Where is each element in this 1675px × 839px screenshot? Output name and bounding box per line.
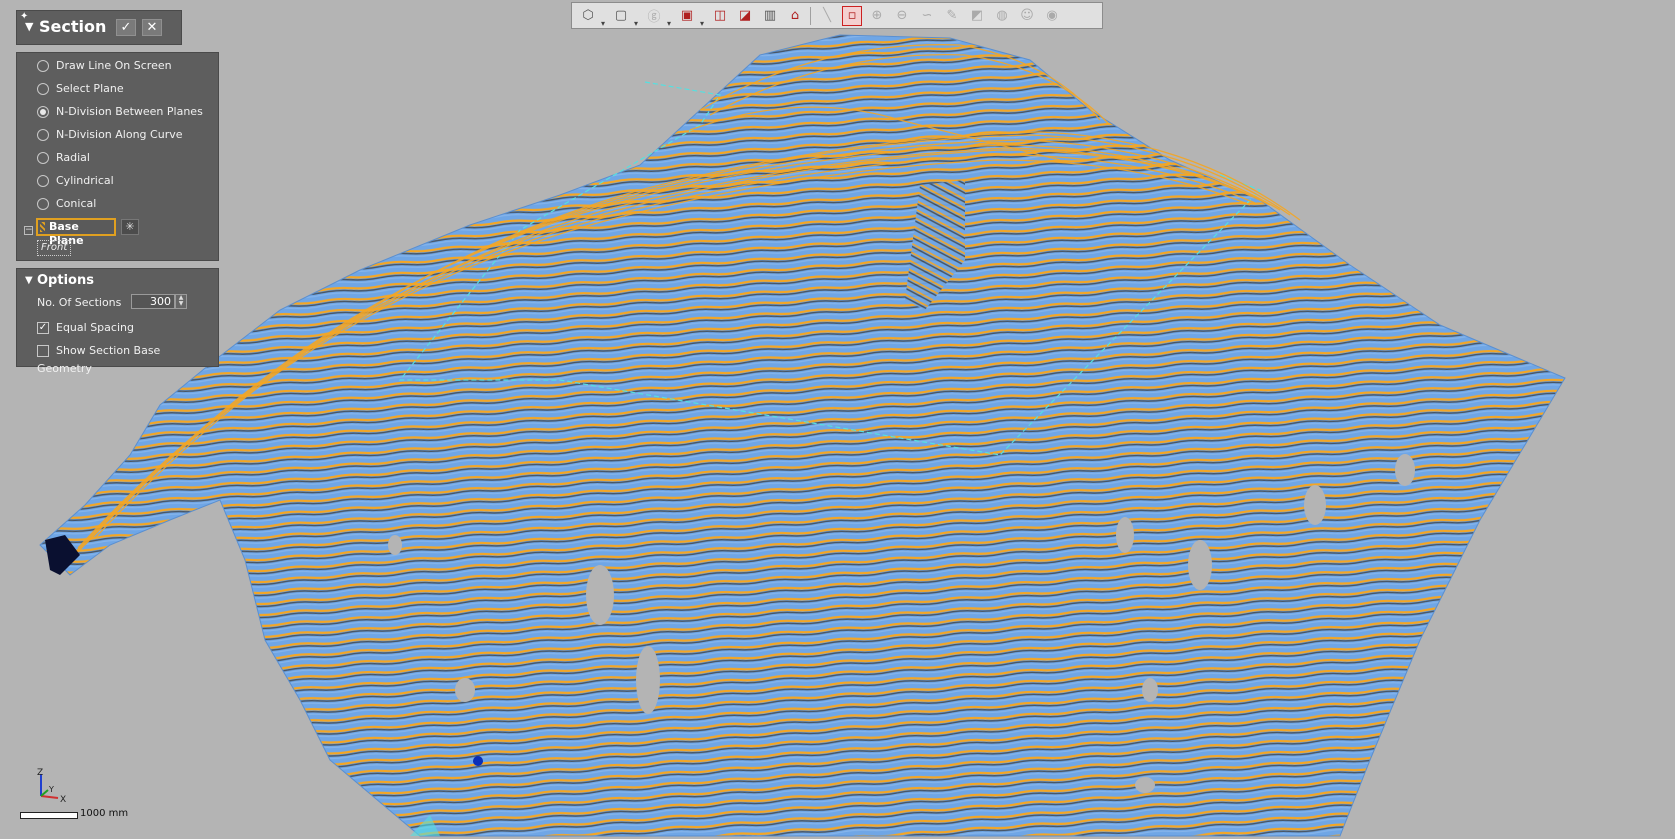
base-plane-item-front[interactable]: Front [37,240,72,256]
polygon-select-icon[interactable]: ⬡ [578,6,605,28]
mesh-hole [636,646,660,714]
point-marker[interactable] [473,756,483,766]
axis-triad: Z Y X [37,768,66,804]
visibility-icon[interactable]: ◉ [1042,6,1062,26]
person-select-icon[interactable]: ☺ [1017,6,1037,26]
equal-spacing-row[interactable]: ✓ Equal Spacing [37,319,134,337]
section-header: ✦ ▼ Section ✓ ✕ [16,10,182,45]
options-panel: ▼ Options No. Of Sections 300 ▲ ▼ ✓ Equal … [16,268,219,375]
add-point-icon[interactable]: ⊕ [867,6,887,26]
checkmark-icon: ✓ [120,20,132,35]
show-base-geometry-row[interactable]: Show Section Base Geometry [37,342,218,375]
mesh-hole [586,565,614,625]
collapse-triangle-icon[interactable]: ▼ [25,20,33,33]
section-view-icon[interactable]: ⌂ [785,6,805,26]
axis-y-label: Y [48,785,54,794]
options-title: Options [37,273,94,288]
section-title: Section [39,17,107,36]
plane-side-icon[interactable]: ◪ [735,6,755,26]
radio-button[interactable] [37,129,49,141]
radio-button[interactable] [37,175,49,187]
axis-x-label: X [60,795,66,804]
3d-viewport[interactable] [0,0,1675,839]
brush-select-icon[interactable]: ✎ [942,6,962,26]
radio-draw-line[interactable]: Draw Line On Screen [37,56,172,76]
plane-front-icon[interactable]: ◫ [710,6,730,26]
scale-label: 1000 mm [80,808,129,819]
num-sections-input[interactable]: 300 [131,294,175,309]
ok-button[interactable]: ✓ [116,19,136,36]
mesh-hole [1142,678,1158,702]
box-select-icon[interactable]: ▢ [611,6,638,28]
lasso-select-icon[interactable]: ⓖ [644,6,671,28]
pick-plane-icon[interactable]: ✳ [121,219,139,235]
free-curve-icon[interactable]: ∽ [917,6,937,26]
remove-point-icon[interactable]: ⊖ [892,6,912,26]
selection-toolbar: ⬡ ▢ ⓖ ▣ ◫ ◪ ▥ ⌂ ╲ ▫ ⊕ ⊖ ∽ ✎ ◩ ◍ ☺ ◉ [571,2,1103,29]
line-measure-icon[interactable]: ╲ [817,6,837,26]
mesh-hole [1395,454,1415,486]
sphere-select-icon[interactable]: ◍ [992,6,1012,26]
axis-z-label: Z [37,768,43,778]
surface-select-icon[interactable]: ◩ [967,6,987,26]
mesh-hole [388,535,402,555]
radio-n-division-curve[interactable]: N-Division Along Curve [37,125,183,145]
mesh-hole [455,678,475,702]
radio-button[interactable] [37,106,49,118]
mesh-hole [1304,485,1326,525]
equal-spacing-checkbox[interactable]: ✓ [37,322,49,334]
scale-bar [20,812,78,819]
radio-button[interactable] [37,152,49,164]
collapse-tree-icon[interactable]: − [24,226,33,235]
cancel-button[interactable]: ✕ [142,19,162,36]
radio-button[interactable] [37,60,49,72]
rect-select-icon[interactable]: ▫ [842,5,862,26]
radio-select-plane[interactable]: Select Plane [37,79,124,99]
radio-button[interactable] [37,198,49,210]
num-sections-stepper[interactable]: ▲ ▼ [175,294,187,309]
num-sections-label: No. Of Sections [37,296,122,309]
show-base-geometry-checkbox[interactable] [37,345,49,357]
highlight-stripe-icon [40,222,45,232]
cube-view-icon[interactable]: ▣ [677,6,704,28]
mesh-hole [1116,517,1134,553]
radio-cylindrical[interactable]: Cylindrical [37,171,114,191]
mesh-hole [1188,540,1212,590]
collapse-triangle-icon[interactable]: ▼ [25,275,33,286]
close-icon: ✕ [146,20,158,35]
base-plane-selector[interactable]: Base Plane [36,218,116,247]
radio-conical[interactable]: Conical [37,194,96,214]
split-view-icon[interactable]: ▥ [760,6,780,26]
radio-button[interactable] [37,83,49,95]
toolbar-divider [810,6,811,25]
radio-radial[interactable]: Radial [37,148,90,168]
radio-n-division-planes[interactable]: N-Division Between Planes [37,102,203,122]
mesh-hole [1135,777,1155,793]
section-method-panel: Draw Line On Screen Select Plane N-Divis… [16,52,219,261]
